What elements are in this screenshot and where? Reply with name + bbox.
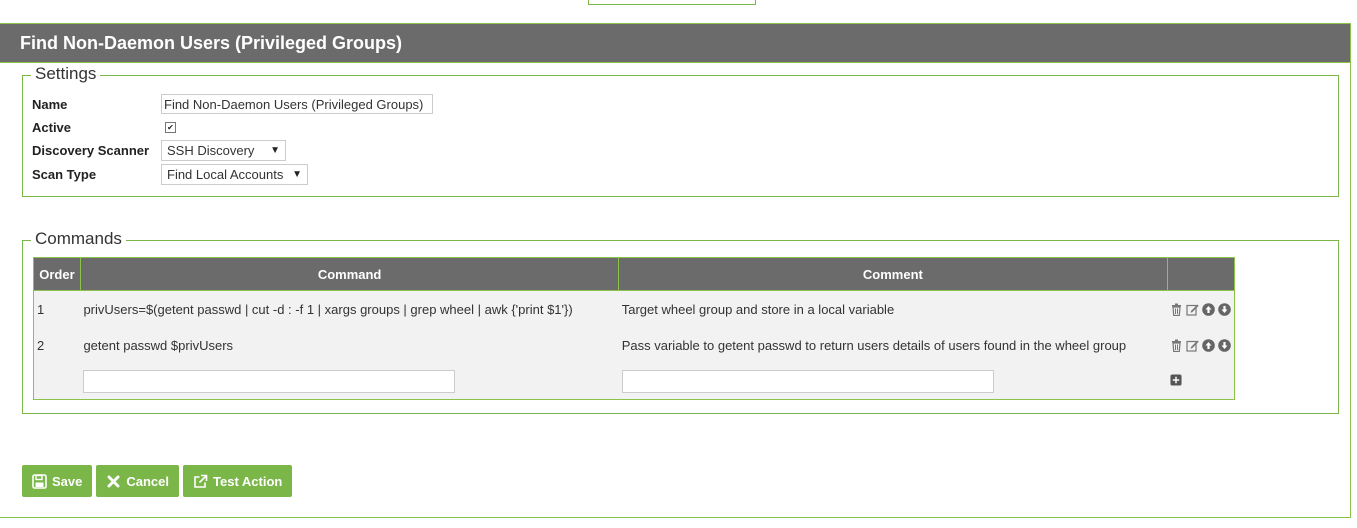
- commands-fieldset: Commands Order Command Comment 1 privUse…: [22, 229, 1339, 414]
- top-tab[interactable]: [588, 0, 756, 5]
- edit-icon[interactable]: [1186, 339, 1199, 352]
- actions-header: [1167, 257, 1235, 291]
- save-label: Save: [52, 473, 83, 489]
- move-up-icon[interactable]: [1202, 302, 1215, 316]
- comment-header[interactable]: Comment: [618, 257, 1168, 291]
- command-header[interactable]: Command: [80, 257, 620, 291]
- scanner-row: Discovery Scanner SSH Discovery ▼: [32, 139, 286, 161]
- settings-fieldset: Settings Name Active ✔ Discovery Scanner…: [22, 64, 1339, 197]
- page-title: Find Non-Daemon Users (Privileged Groups…: [20, 32, 403, 53]
- new-command-input[interactable]: [83, 369, 456, 393]
- action-buttons: Save Cancel Test Action: [22, 465, 293, 497]
- scantype-select[interactable]: Find Local Accounts ▼: [161, 163, 308, 185]
- row-actions: [1167, 291, 1235, 328]
- name-label: Name: [32, 96, 68, 112]
- settings-legend: Settings: [31, 64, 101, 84]
- active-checkbox[interactable]: ✔: [165, 121, 176, 133]
- commands-table: Order Command Comment 1 privUsers=$(gete…: [33, 257, 1235, 400]
- edit-icon[interactable]: [1186, 303, 1199, 316]
- panel-header: Find Non-Daemon Users (Privileged Groups…: [0, 24, 1350, 63]
- order-cell: 1: [37, 301, 45, 317]
- save-button[interactable]: Save: [22, 465, 93, 497]
- dropdown-arrow-icon: ▼: [292, 168, 302, 180]
- add-icon[interactable]: [1170, 373, 1182, 386]
- table-row: 1 privUsers=$(getent passwd | cut -d : -…: [34, 291, 1235, 328]
- row-actions: [1167, 327, 1235, 363]
- scantype-label: Scan Type: [32, 166, 97, 182]
- active-row: Active ✔: [32, 117, 176, 137]
- scanner-select[interactable]: SSH Discovery ▼: [161, 139, 286, 161]
- test-action-button[interactable]: Test Action: [183, 465, 293, 497]
- scanner-select-value: SSH Discovery: [167, 142, 255, 158]
- comment-cell: Pass variable to getent passwd to return…: [621, 337, 1127, 353]
- order-header[interactable]: Order: [33, 257, 81, 291]
- order-cell: 2: [37, 337, 45, 353]
- trash-icon[interactable]: [1170, 303, 1183, 316]
- save-icon: [32, 473, 47, 489]
- move-up-icon[interactable]: [1202, 338, 1215, 352]
- commands-legend: Commands: [31, 229, 126, 249]
- name-input[interactable]: [161, 94, 433, 114]
- table-row: 2 getent passwd $privUsers Pass variable…: [34, 327, 1235, 363]
- cancel-button[interactable]: Cancel: [96, 465, 180, 497]
- scanner-label: Discovery Scanner: [32, 142, 150, 158]
- move-down-icon[interactable]: [1218, 302, 1231, 316]
- move-down-icon[interactable]: [1218, 338, 1231, 352]
- comment-cell: Target wheel group and store in a local …: [621, 301, 895, 317]
- cancel-label: Cancel: [126, 473, 170, 489]
- trash-icon[interactable]: [1170, 339, 1183, 352]
- new-comment-input[interactable]: [621, 369, 994, 393]
- active-label: Active: [32, 119, 72, 135]
- dropdown-arrow-icon: ▼: [270, 144, 280, 156]
- close-icon: [107, 475, 120, 487]
- command-cell: getent passwd $privUsers: [83, 337, 234, 353]
- name-row: Name: [32, 94, 433, 114]
- scantype-row: Scan Type Find Local Accounts ▼: [32, 163, 308, 185]
- external-link-icon: [194, 474, 208, 488]
- scantype-select-value: Find Local Accounts: [167, 166, 284, 182]
- new-command-row: [34, 363, 1235, 400]
- command-cell: privUsers=$(getent passwd | cut -d : -f …: [83, 301, 573, 317]
- test-action-label: Test Action: [213, 473, 283, 489]
